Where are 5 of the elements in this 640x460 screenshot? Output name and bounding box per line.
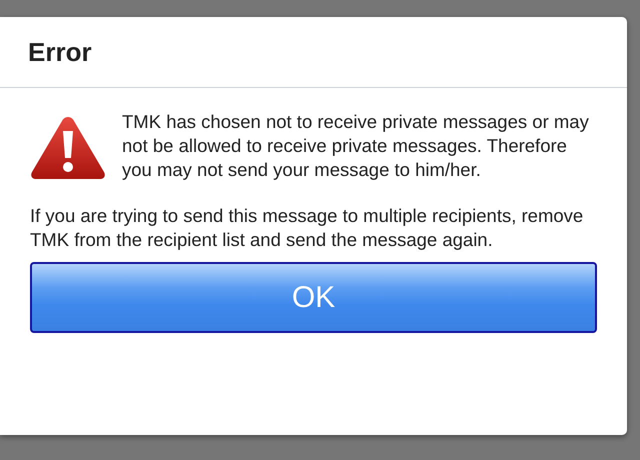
hint-text: If you are trying to send this message to multiple recipients, remove TMK from the recipient list and send the message again.	[30, 204, 584, 252]
warning-icon	[30, 114, 106, 180]
dialog-title: Error	[28, 36, 92, 68]
error-message: TMK has chosen not to receive private messages or may not be allowed to receive private messages. Therefore you may not send your message to him/her.	[30, 110, 597, 182]
ok-button[interactable]: OK	[30, 262, 597, 333]
